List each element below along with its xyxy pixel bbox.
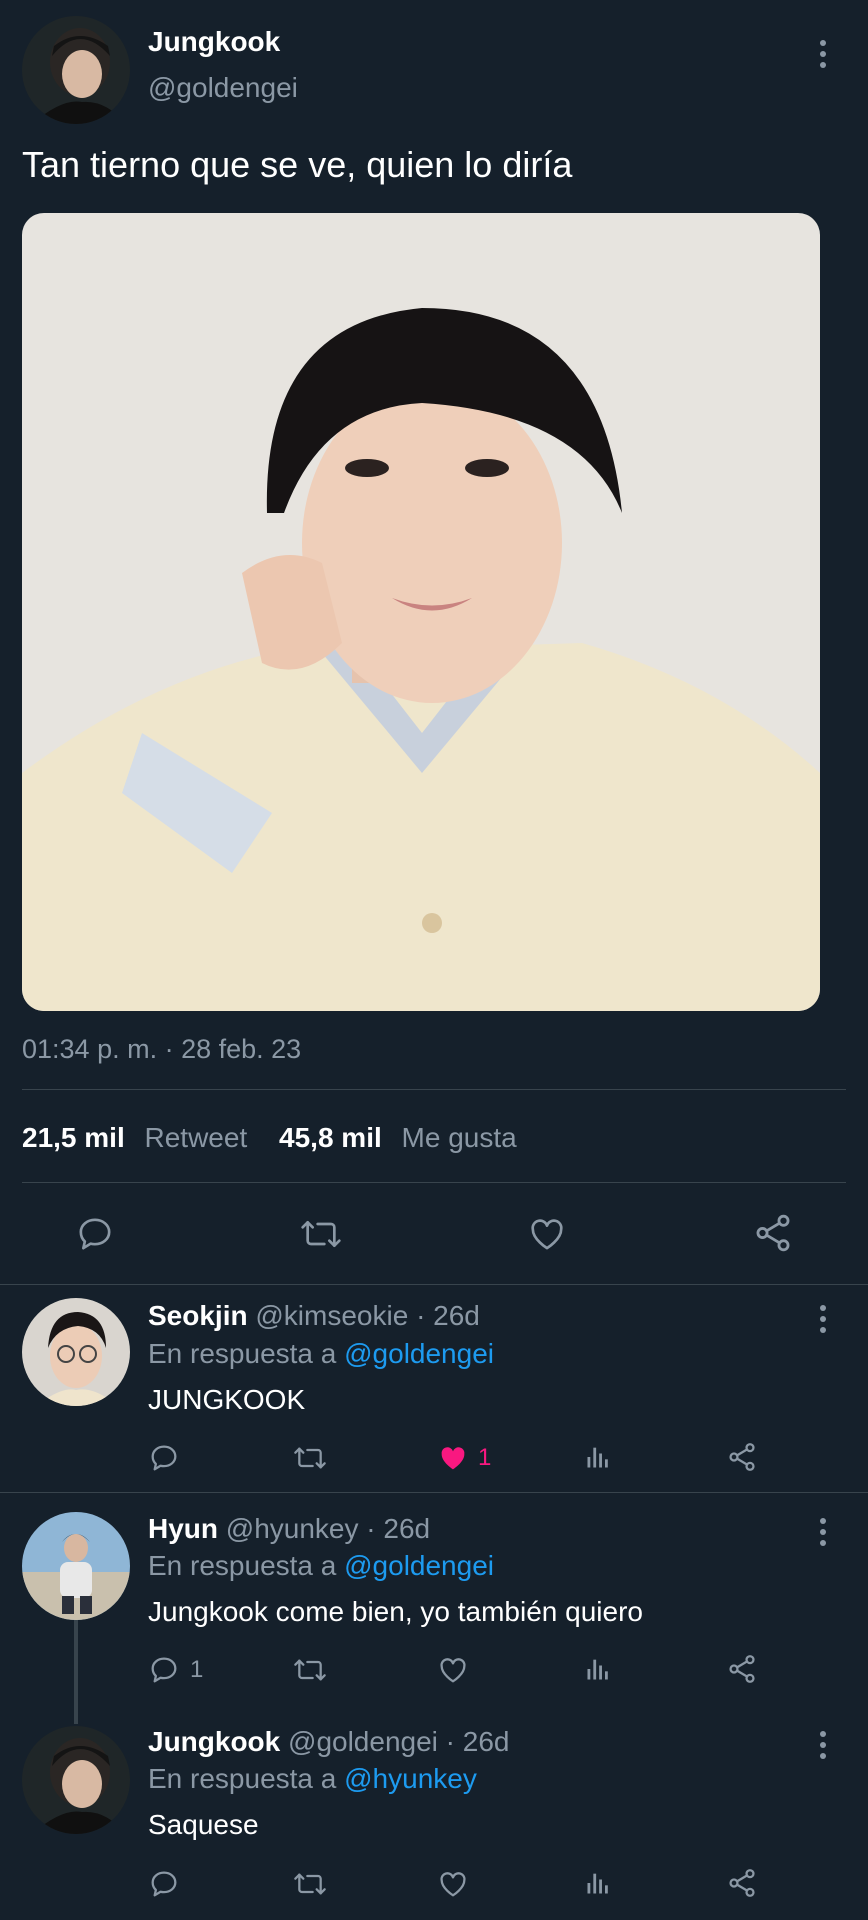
reply-avatar[interactable] bbox=[22, 1298, 130, 1406]
share-icon[interactable] bbox=[726, 1441, 758, 1473]
reply-context-prefix: En respuesta a bbox=[148, 1550, 337, 1581]
reply-context: En respuesta a @goldengei bbox=[148, 1338, 494, 1370]
reply-icon[interactable] bbox=[74, 1214, 116, 1254]
reply-context-prefix: En respuesta a bbox=[148, 1338, 337, 1369]
divider bbox=[22, 1182, 846, 1183]
reply-mention-link[interactable]: @hyunkey bbox=[344, 1763, 477, 1794]
analytics-icon[interactable] bbox=[584, 1442, 612, 1472]
reply-icon[interactable] bbox=[148, 1654, 180, 1686]
like-count[interactable]: 45,8 mil bbox=[279, 1122, 382, 1153]
tweet-timestamp: 01:34 p. m. · 28 feb. 23 bbox=[22, 1034, 302, 1064]
retweet-icon[interactable] bbox=[292, 1442, 328, 1474]
like-label[interactable]: Me gusta bbox=[402, 1122, 517, 1153]
reply-header: Seokjin @kimseokie · 26d bbox=[148, 1300, 480, 1332]
reply-author-name[interactable]: Seokjin bbox=[148, 1300, 248, 1331]
share-icon[interactable] bbox=[752, 1212, 794, 1254]
more-options-icon[interactable] bbox=[819, 1731, 827, 1759]
tweet-image[interactable] bbox=[22, 213, 820, 1011]
author-name[interactable]: Jungkook bbox=[148, 26, 280, 58]
retweet-count[interactable]: 21,5 mil bbox=[22, 1122, 125, 1153]
reply-avatar[interactable] bbox=[22, 1726, 130, 1834]
reply-text: JUNGKOOK bbox=[148, 1384, 306, 1415]
reply-author-handle[interactable]: @hyunkey bbox=[226, 1513, 359, 1544]
reply-context-prefix: En respuesta a bbox=[148, 1763, 337, 1794]
tweet-text: Tan tierno que se ve, quien lo diría bbox=[22, 144, 573, 185]
reply-text: Saquese bbox=[148, 1809, 259, 1840]
more-options-icon[interactable] bbox=[819, 1305, 827, 1333]
more-options-icon[interactable] bbox=[819, 40, 827, 68]
reply-author-handle[interactable]: @goldengei bbox=[288, 1726, 438, 1757]
reply-icon[interactable] bbox=[148, 1442, 180, 1474]
reply-context: En respuesta a @goldengei bbox=[148, 1550, 494, 1582]
reply-like-count: 1 bbox=[478, 1444, 492, 1471]
reply-age: · 26d bbox=[445, 1726, 510, 1757]
reply-author-handle[interactable]: @kimseokie bbox=[255, 1300, 408, 1331]
divider bbox=[0, 1284, 868, 1285]
author-handle[interactable]: @goldengei bbox=[148, 72, 298, 104]
like-icon[interactable] bbox=[436, 1654, 470, 1686]
share-icon[interactable] bbox=[726, 1867, 758, 1899]
divider bbox=[0, 1492, 868, 1493]
reply-icon[interactable] bbox=[148, 1868, 180, 1900]
analytics-icon[interactable] bbox=[584, 1868, 612, 1898]
more-options-icon[interactable] bbox=[819, 1518, 827, 1546]
thread-line bbox=[74, 1620, 78, 1724]
reply-count: 1 bbox=[190, 1656, 204, 1683]
reply-header: Hyun @hyunkey · 26d bbox=[148, 1513, 430, 1545]
like-icon[interactable] bbox=[436, 1868, 470, 1900]
reply-context: En respuesta a @hyunkey bbox=[148, 1763, 477, 1795]
reply-mention-link[interactable]: @goldengei bbox=[344, 1338, 494, 1369]
tweet-stats: 21,5 mil Retweet 45,8 mil Me gusta bbox=[22, 1122, 517, 1154]
reply-mention-link[interactable]: @goldengei bbox=[344, 1550, 494, 1581]
reply-text: Jungkook come bien, yo también quiero bbox=[148, 1596, 643, 1627]
retweet-label[interactable]: Retweet bbox=[145, 1122, 248, 1153]
reply-avatar[interactable] bbox=[22, 1512, 130, 1620]
reply-age: · 26d bbox=[416, 1300, 480, 1331]
author-avatar[interactable] bbox=[22, 16, 130, 124]
reply-age: · 26d bbox=[366, 1513, 431, 1544]
retweet-icon[interactable] bbox=[298, 1214, 344, 1254]
divider bbox=[22, 1089, 846, 1090]
analytics-icon[interactable] bbox=[584, 1654, 612, 1684]
retweet-icon[interactable] bbox=[292, 1868, 328, 1900]
reply-header: Jungkook @goldengei · 26d bbox=[148, 1726, 510, 1758]
reply-author-name[interactable]: Hyun bbox=[148, 1513, 218, 1544]
like-icon[interactable] bbox=[526, 1214, 568, 1254]
retweet-icon[interactable] bbox=[292, 1654, 328, 1686]
like-icon-active[interactable] bbox=[436, 1442, 470, 1474]
share-icon[interactable] bbox=[726, 1653, 758, 1685]
reply-author-name[interactable]: Jungkook bbox=[148, 1726, 280, 1757]
